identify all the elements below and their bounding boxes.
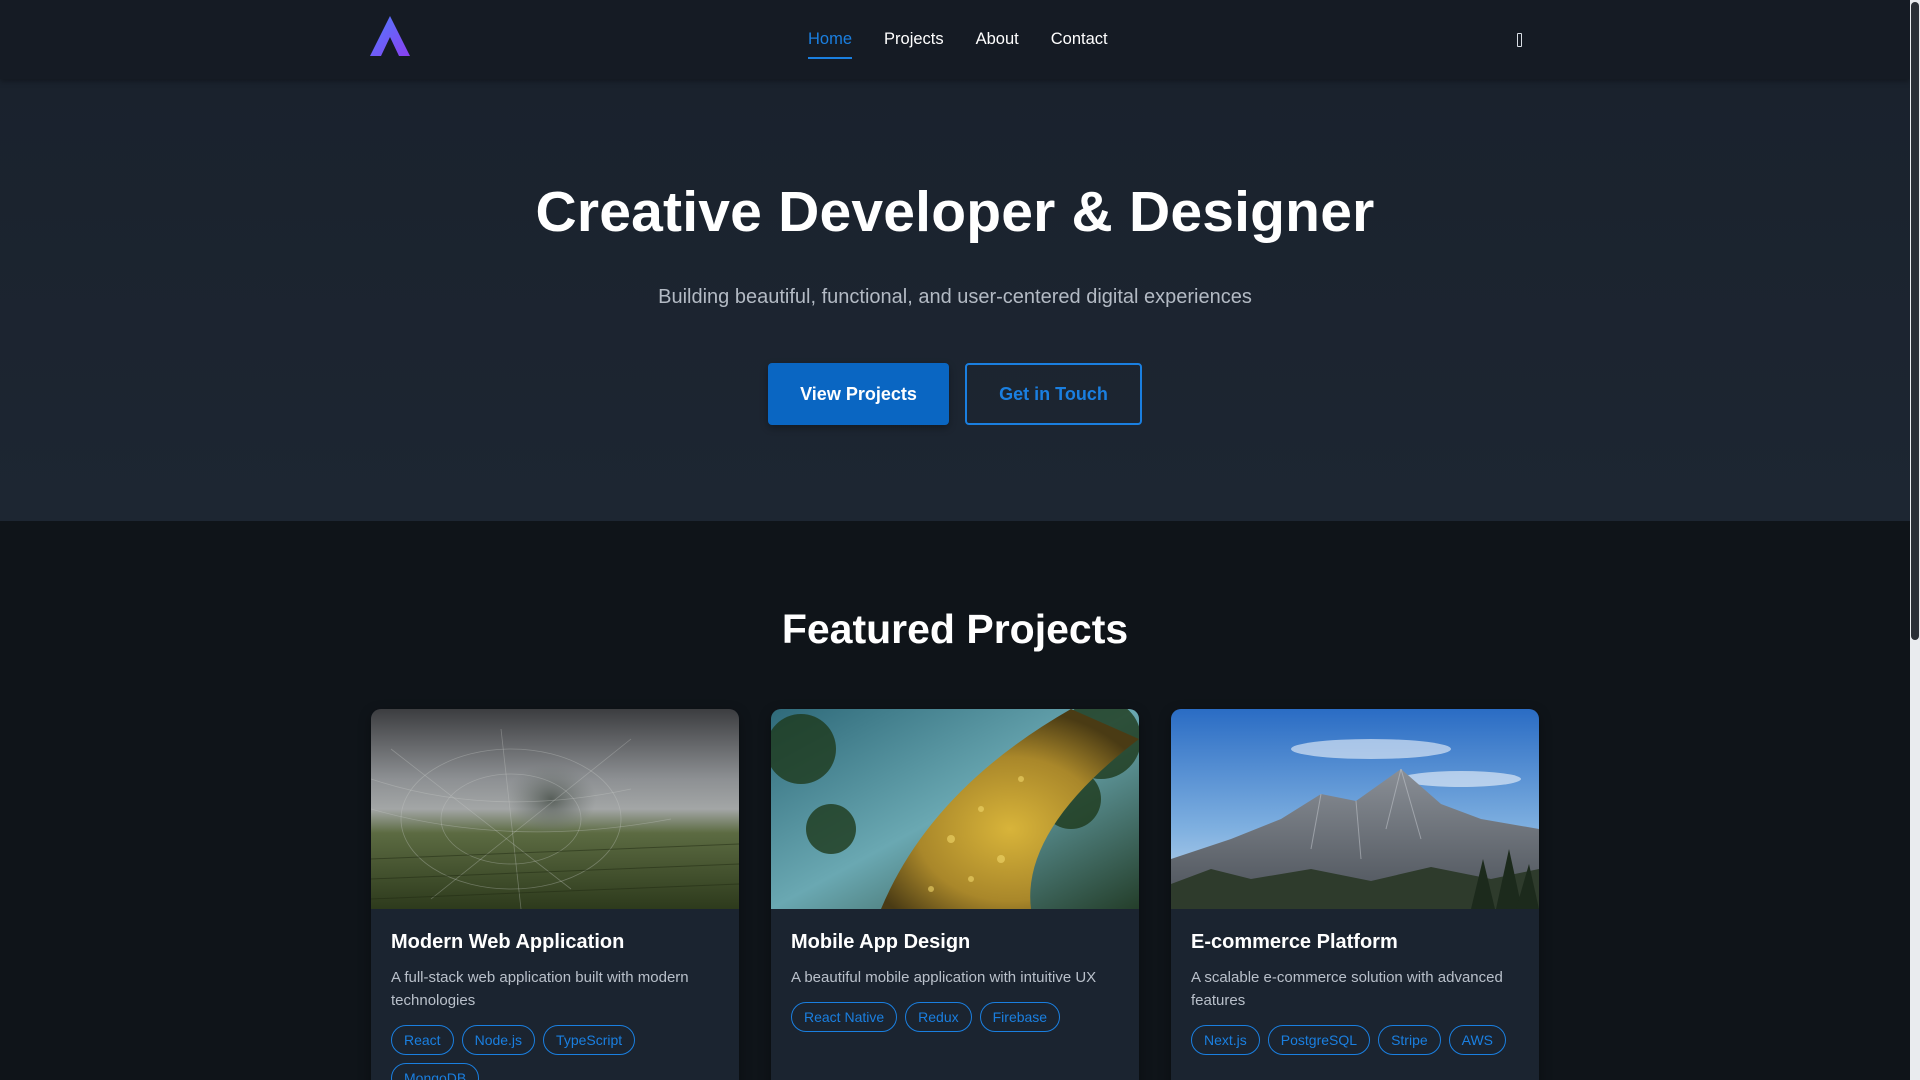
toggle-glyph xyxy=(1516,33,1522,47)
project-card-ecommerce[interactable]: E-commerce Platform A scalable e-commerc… xyxy=(1171,709,1539,1080)
main-nav: Home Projects About Contact xyxy=(808,0,1140,79)
tag-list: React Node.js TypeScript MongoDB xyxy=(391,1025,731,1080)
page: Home Projects About Contact Creative Dev… xyxy=(0,0,1910,1080)
hero-section: Creative Developer & Designer Building b… xyxy=(0,79,1910,521)
logo-a-icon[interactable] xyxy=(369,15,411,57)
featured-projects-title: Featured Projects xyxy=(781,606,1129,652)
project-image-mountain xyxy=(1171,709,1539,909)
tag-redux[interactable]: Redux xyxy=(905,1002,972,1032)
project-description: A beautiful mobile application with intu… xyxy=(791,969,1097,986)
get-in-touch-button[interactable]: Get in Touch xyxy=(965,363,1142,425)
project-image-foggy-field xyxy=(371,709,739,909)
nav-item-contact[interactable]: Contact xyxy=(1051,0,1108,79)
tag-react-native[interactable]: React Native xyxy=(791,1002,898,1032)
nav-item-home[interactable]: Home xyxy=(808,0,853,79)
hero-subtitle: Building beautiful, functional, and user… xyxy=(658,286,1252,308)
project-image-moss-tree xyxy=(771,709,1139,909)
tag-typescript[interactable]: TypeScript xyxy=(543,1025,636,1055)
nav-item-projects[interactable]: Projects xyxy=(884,0,944,79)
tag-list: Next.js PostgreSQL Stripe AWS xyxy=(1191,1025,1531,1055)
tag-aws[interactable]: AWS xyxy=(1448,1025,1507,1055)
tag-postgresql[interactable]: PostgreSQL xyxy=(1267,1025,1371,1055)
tag-react[interactable]: React xyxy=(391,1025,454,1055)
project-card-web-app[interactable]: Modern Web Application A full-stack web … xyxy=(371,709,739,1080)
project-description: A full-stack web application built with … xyxy=(391,969,689,1009)
project-card-mobile-app[interactable]: Mobile App Design A beautiful mobile app… xyxy=(771,709,1139,1080)
project-description: A scalable e-commerce solution with adva… xyxy=(1191,969,1503,1009)
tag-nextjs[interactable]: Next.js xyxy=(1191,1025,1260,1055)
project-title: Modern Web Application xyxy=(391,931,625,953)
hero-title: Creative Developer & Designer xyxy=(535,180,1375,244)
tag-stripe[interactable]: Stripe xyxy=(1378,1025,1441,1055)
project-title: E-commerce Platform xyxy=(1191,931,1398,953)
project-title: Mobile App Design xyxy=(791,931,971,953)
view-projects-button[interactable]: View Projects xyxy=(768,363,949,425)
theme-toggle-icon[interactable] xyxy=(1510,30,1528,50)
site-header: Home Projects About Contact xyxy=(0,0,1910,79)
scrollbar-thumb[interactable] xyxy=(1911,2,1919,640)
tag-mongodb[interactable]: MongoDB xyxy=(391,1063,480,1080)
nav-item-about[interactable]: About xyxy=(976,0,1019,79)
page-scrollbar[interactable] xyxy=(1910,0,1920,1080)
tag-firebase[interactable]: Firebase xyxy=(979,1002,1061,1032)
tag-list: React Native Redux Firebase xyxy=(791,1002,1131,1032)
tag-nodejs[interactable]: Node.js xyxy=(461,1025,536,1055)
